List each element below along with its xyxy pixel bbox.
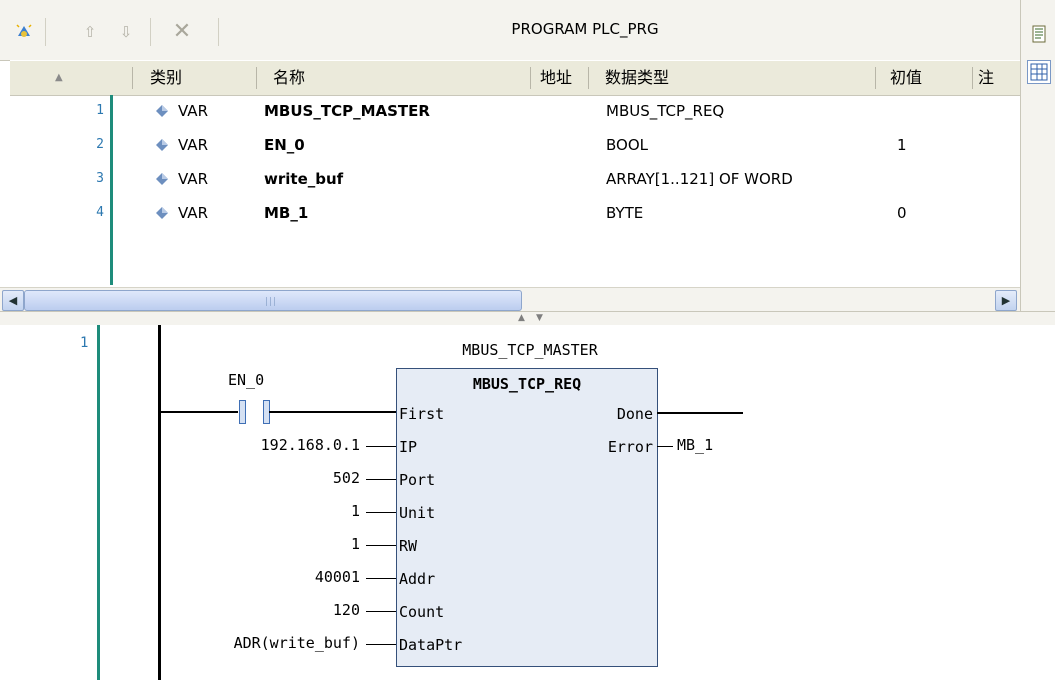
output-value-error[interactable]: MB_1 xyxy=(677,436,713,454)
rung-wire xyxy=(160,411,238,413)
var-kind: VAR xyxy=(178,204,208,222)
var-table-header: ▲ 类别 名称 地址 数据类型 初值 注 xyxy=(10,60,1020,96)
input-wire xyxy=(366,479,396,480)
input-value-dataptr[interactable]: ADR(write_buf) xyxy=(162,634,360,652)
column-divider xyxy=(875,67,876,89)
contact-label[interactable]: EN_0 xyxy=(228,371,264,389)
var-diamond-icon xyxy=(156,139,168,151)
scroll-thumb[interactable]: ||| xyxy=(24,290,522,311)
scroll-right-icon[interactable]: ▶ xyxy=(995,290,1017,311)
header-datatype[interactable]: 数据类型 xyxy=(605,61,669,95)
column-divider xyxy=(530,67,531,89)
pin-error: Error xyxy=(607,438,653,456)
input-value-unit[interactable]: 1 xyxy=(200,502,360,520)
sort-indicator-icon[interactable]: ▲ xyxy=(55,61,63,95)
var-type: BOOL xyxy=(606,136,648,154)
table-row[interactable]: 3 VAR write_buf ARRAY[1..121] OF WORD xyxy=(10,165,1020,193)
var-type: MBUS_TCP_REQ xyxy=(606,102,725,120)
input-wire xyxy=(366,446,396,447)
header-name[interactable]: 名称 xyxy=(273,61,305,95)
var-table: 1 VAR MBUS_TCP_MASTER MBUS_TCP_REQ 2 VAR… xyxy=(10,95,1020,285)
input-value-count[interactable]: 120 xyxy=(200,601,360,619)
column-divider xyxy=(256,67,257,89)
var-diamond-icon xyxy=(156,173,168,185)
var-diamond-icon xyxy=(156,207,168,219)
delete-icon[interactable]: ✕ xyxy=(170,21,194,43)
var-kind: VAR xyxy=(178,170,208,188)
input-wire xyxy=(366,512,396,513)
line-number: 2 xyxy=(96,137,104,152)
input-wire xyxy=(366,578,396,579)
pin-ip: IP xyxy=(399,438,418,456)
declaration-toolbar: ⇧ ⇩ ✕ PROGRAM PLC_PRG xyxy=(0,0,1020,61)
column-divider xyxy=(588,67,589,89)
horizontal-scrollbar[interactable]: ◀ ||| ▶ xyxy=(0,287,1020,312)
move-down-icon[interactable]: ⇩ xyxy=(116,22,136,42)
new-var-icon[interactable] xyxy=(14,22,34,42)
input-value-addr[interactable]: 40001 xyxy=(200,568,360,586)
ladder-editor: 1 MBUS_TCP_MASTER EN_0 MBUS_TCP_REQ Firs… xyxy=(0,325,1055,680)
pin-rw: RW xyxy=(399,537,418,555)
gutter-line xyxy=(97,325,100,680)
move-up-icon[interactable]: ⇧ xyxy=(80,22,100,42)
header-address[interactable]: 地址 xyxy=(540,61,572,95)
pin-addr: Addr xyxy=(399,570,436,588)
table-row[interactable]: 1 VAR MBUS_TCP_MASTER MBUS_TCP_REQ xyxy=(10,97,1020,125)
pin-dataptr: DataPtr xyxy=(399,636,463,654)
pin-count: Count xyxy=(399,603,445,621)
splitter-down-icon[interactable]: ▼ xyxy=(536,313,543,323)
pin-first: First xyxy=(399,405,445,423)
fb-type: MBUS_TCP_REQ xyxy=(472,375,582,393)
header-initial[interactable]: 初值 xyxy=(890,61,922,95)
input-wire xyxy=(366,644,396,645)
output-wire xyxy=(657,446,673,447)
pin-port: Port xyxy=(399,471,436,489)
power-rail xyxy=(158,325,161,680)
pin-done: Done xyxy=(616,405,653,423)
scroll-left-icon[interactable]: ◀ xyxy=(2,290,24,311)
var-init: 1 xyxy=(897,136,907,154)
text-view-icon[interactable] xyxy=(1027,22,1051,46)
network-number: 1 xyxy=(80,335,89,351)
input-wire xyxy=(366,545,396,546)
var-kind: VAR xyxy=(178,102,208,120)
output-wire xyxy=(657,412,743,414)
function-block[interactable]: MBUS_TCP_REQ First IP Port Unit RW Addr … xyxy=(396,368,658,667)
toolbar-separator xyxy=(150,18,151,46)
line-number: 3 xyxy=(96,171,104,186)
header-category[interactable]: 类别 xyxy=(150,61,182,95)
header-comment[interactable]: 注 xyxy=(978,61,994,95)
line-number: 1 xyxy=(96,103,104,118)
var-type: BYTE xyxy=(606,204,644,222)
line-number: 4 xyxy=(96,205,104,220)
toolbar-separator xyxy=(45,18,46,46)
toolbar-separator xyxy=(218,18,219,46)
var-name: write_buf xyxy=(264,170,344,188)
input-value-ip[interactable]: 192.168.0.1 xyxy=(200,436,360,454)
contact-left-bar[interactable] xyxy=(239,400,246,424)
var-kind: VAR xyxy=(178,136,208,154)
rung-wire xyxy=(269,411,397,413)
input-value-rw[interactable]: 1 xyxy=(200,535,360,553)
var-name: MBUS_TCP_MASTER xyxy=(264,102,430,120)
column-divider xyxy=(972,67,973,89)
pane-splitter[interactable]: ▲ ▼ xyxy=(0,311,1055,326)
program-title: PROGRAM PLC_PRG xyxy=(511,20,659,38)
pin-unit: Unit xyxy=(399,504,436,522)
view-switcher xyxy=(1020,0,1055,330)
splitter-up-icon[interactable]: ▲ xyxy=(518,313,525,323)
var-type: ARRAY[1..121] OF WORD xyxy=(606,170,793,188)
var-diamond-icon xyxy=(156,105,168,117)
table-row[interactable]: 4 VAR MB_1 BYTE 0 xyxy=(10,199,1020,227)
fb-instance-name[interactable]: MBUS_TCP_MASTER xyxy=(420,341,640,359)
input-value-port[interactable]: 502 xyxy=(200,469,360,487)
input-wire xyxy=(366,611,396,612)
table-view-icon[interactable] xyxy=(1027,60,1051,84)
var-name: MB_1 xyxy=(264,204,309,222)
column-divider xyxy=(132,67,133,89)
table-row[interactable]: 2 VAR EN_0 BOOL 1 xyxy=(10,131,1020,159)
var-init: 0 xyxy=(897,204,907,222)
var-name: EN_0 xyxy=(264,136,305,154)
